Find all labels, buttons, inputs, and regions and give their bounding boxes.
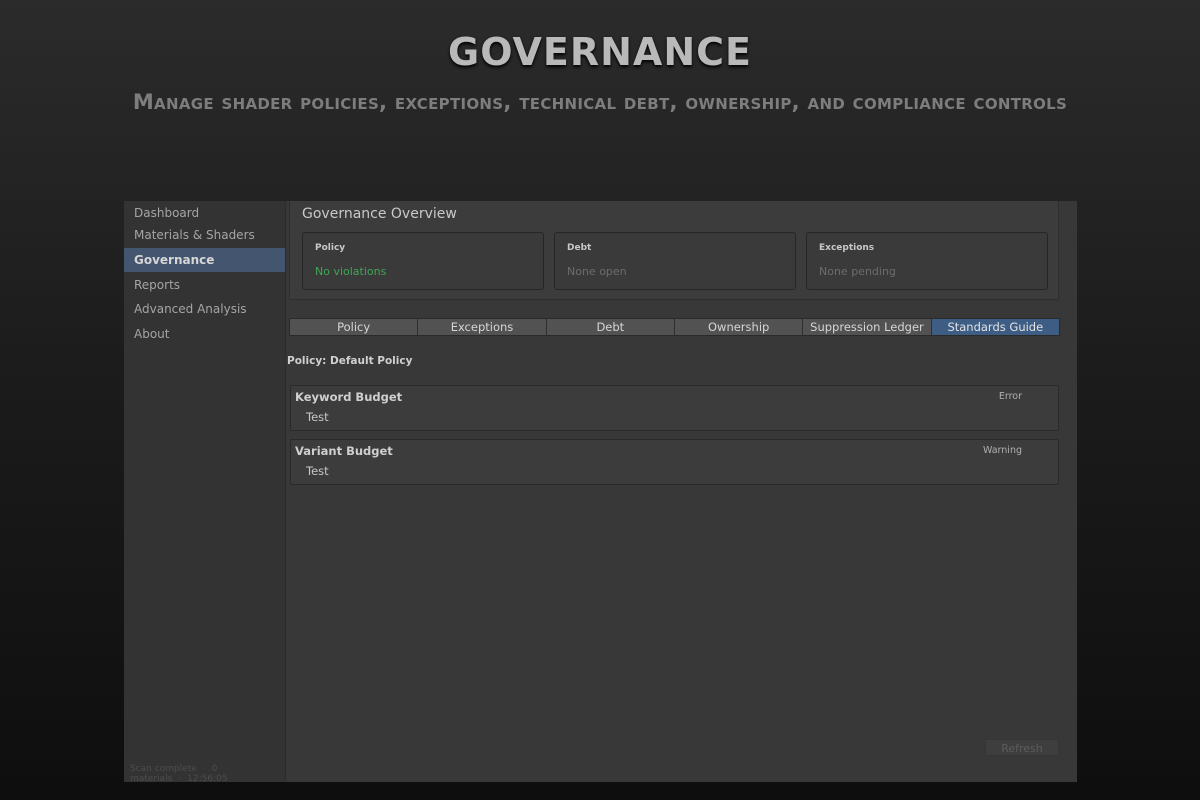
governance-overview-panel: Governance Overview Policy No violations… (289, 201, 1059, 300)
main-content: Governance Overview Policy No violations… (286, 201, 1077, 782)
tab-standards-guide[interactable]: Standards Guide (931, 319, 1059, 335)
overview-title: Governance Overview (302, 206, 457, 222)
sidebar-item-materials-shaders[interactable]: Materials & Shaders (124, 223, 285, 247)
rule-description: Test (306, 410, 329, 424)
card-label: Debt (567, 243, 592, 253)
sidebar-item-about[interactable]: About (124, 322, 285, 346)
status-bar: Scan complete · 0 materials · 12:56:05 (130, 764, 285, 782)
card-value: None open (567, 265, 627, 278)
exceptions-card: Exceptions None pending (806, 232, 1048, 290)
tab-debt[interactable]: Debt (546, 319, 675, 335)
tab-suppression-ledger[interactable]: Suppression Ledger (803, 319, 932, 335)
tab-exceptions[interactable]: Exceptions (418, 319, 547, 335)
status-time: 12:56:05 (187, 774, 228, 782)
sidebar-item-advanced-analysis[interactable]: Advanced Analysis (124, 297, 285, 321)
status-separator: · (202, 764, 206, 774)
card-value: None pending (819, 265, 896, 278)
debt-card: Debt None open (554, 232, 796, 290)
sidebar: Dashboard Materials & Shaders Governance… (124, 201, 286, 782)
status-separator: · (178, 774, 182, 782)
app-window: Dashboard Materials & Shaders Governance… (124, 201, 1077, 782)
refresh-button[interactable]: Refresh (985, 739, 1059, 756)
rule-severity-badge: Error (998, 391, 1022, 402)
rule-card-keyword-budget[interactable]: Keyword Budget Test Error (290, 385, 1059, 431)
governance-tabs: Policy Exceptions Debt Ownership Suppres… (289, 318, 1060, 336)
tab-policy[interactable]: Policy (290, 319, 419, 335)
rule-card-variant-budget[interactable]: Variant Budget Test Warning (290, 439, 1059, 485)
tab-ownership[interactable]: Ownership (674, 319, 804, 335)
hero-subtitle: Manage shader policies, exceptions, tech… (132, 90, 1068, 114)
policy-card: Policy No violations (302, 232, 544, 290)
status-scan: Scan complete (130, 764, 197, 774)
sidebar-item-dashboard[interactable]: Dashboard (124, 201, 285, 225)
rule-name: Keyword Budget (295, 390, 403, 404)
rule-name: Variant Budget (295, 444, 393, 458)
rule-description: Test (306, 464, 329, 478)
card-value: No violations (315, 265, 387, 278)
card-label: Exceptions (819, 243, 875, 253)
sidebar-item-reports[interactable]: Reports (124, 273, 285, 297)
policy-header: Policy: Default Policy (287, 355, 413, 367)
rule-severity-badge: Warning (982, 445, 1022, 456)
card-label: Policy (315, 243, 346, 253)
sidebar-item-governance[interactable]: Governance (124, 248, 285, 272)
hero-title: GOVERNANCE (448, 30, 752, 74)
